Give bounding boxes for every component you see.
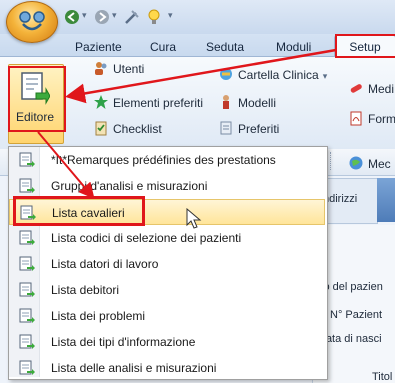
annotation-highlight-lista-cavalieri [13, 196, 145, 226]
chevron-down-icon: ▾ [322, 71, 328, 81]
menu-item[interactable]: Lista dei tipi d'informazione [9, 329, 325, 355]
list-editor-icon [19, 152, 35, 167]
pdf-icon [350, 111, 362, 126]
list-editor-icon [19, 308, 35, 323]
forward-icon[interactable] [94, 9, 110, 25]
menu-item-label: Lista datori di lavoro [51, 257, 159, 271]
menu-item-label: Lista dei tipi d'informazione [51, 335, 196, 349]
menu-item[interactable]: Lista dei problemi [9, 303, 325, 329]
menu-item[interactable]: *It*Remarques prédéfinies des prestation… [9, 147, 325, 173]
menu-item[interactable]: Lista codici di selezione dei pazienti [9, 225, 325, 251]
menu-item-label: *It*Remarques prédéfinies des prestation… [51, 153, 276, 167]
list-editor-icon [19, 334, 35, 349]
ribbon-modelli-label: Modelli [238, 96, 277, 110]
menu-item-label: Lista dei problemi [51, 309, 146, 323]
list-editor-icon [19, 178, 35, 193]
menu-item-label: Lista delle analisi e misurazioni [51, 361, 217, 375]
ribbon-form[interactable]: Form [348, 110, 395, 128]
background-toolbar-item-label: Mec [368, 157, 391, 171]
ribbon-cartella-clinica-label: Cartella Clinica [238, 68, 319, 82]
app-logo-icon [19, 11, 45, 31]
background-tab-label: ndirizzi [323, 193, 358, 205]
tab-moduli[interactable]: Moduli [276, 38, 311, 56]
toolbar-separator [330, 152, 345, 170]
chevron-down-icon[interactable]: ▾ [112, 10, 117, 21]
menu-item[interactable]: Lista delle analisi e misurazioni [9, 355, 325, 381]
users-icon [95, 62, 107, 75]
list-editor-icon [19, 282, 35, 297]
ribbon-form-label: Form [368, 112, 395, 126]
annotation-highlight-editore [8, 66, 66, 132]
folder-icon [220, 68, 232, 80]
tab-paziente[interactable]: Paziente [75, 38, 122, 56]
checklist-icon [95, 121, 107, 136]
customize-qat-icon[interactable]: ▾ [168, 10, 173, 21]
back-icon[interactable] [64, 9, 80, 25]
favorites-icon [220, 121, 232, 135]
list-editor-icon [19, 230, 35, 245]
mouse-cursor-icon [186, 208, 202, 229]
ribbon-medi[interactable]: Medi [348, 80, 394, 98]
menu-item-label: Lista debitori [51, 283, 120, 297]
menu-item[interactable]: Lista datori di lavoro [9, 251, 325, 277]
ribbon-checklist[interactable]: Checklist [93, 120, 162, 138]
menu-item-label: Lista codici di selezione dei pazienti [51, 231, 242, 245]
ribbon-medi-label: Medi [368, 82, 395, 96]
ribbon-cartella-clinica[interactable]: Cartella Clinica ▾ [218, 66, 327, 84]
person-template-icon [223, 95, 229, 109]
annotation-highlight-setup [335, 34, 395, 58]
chevron-down-icon[interactable]: ▾ [82, 10, 87, 21]
tab-seduta[interactable]: Seduta [206, 38, 244, 56]
tab-cura[interactable]: Cura [150, 38, 176, 56]
ribbon-preferiti[interactable]: Preferiti [218, 120, 279, 138]
field-label-titolo: Titol [372, 371, 393, 383]
lightbulb-icon[interactable] [146, 9, 162, 25]
background-tab[interactable]: ndirizzi [323, 178, 378, 224]
application-menu-button[interactable] [6, 1, 58, 43]
avatar [377, 178, 395, 222]
ribbon-elementi-preferiti-label: Elementi preferiti [113, 96, 204, 110]
ribbon-utenti[interactable]: Utenti [93, 60, 144, 78]
title-bar [0, 0, 395, 34]
ribbon-preferiti-label: Preferiti [238, 122, 280, 136]
globe-icon [349, 156, 363, 170]
list-editor-icon [19, 256, 35, 271]
menu-item[interactable]: Lista debitori [9, 277, 325, 303]
ribbon-utenti-label: Utenti [113, 62, 145, 76]
list-editor-icon [19, 360, 35, 375]
tools-icon[interactable] [124, 9, 140, 25]
pill-icon [350, 84, 362, 93]
ribbon-elementi-preferiti[interactable]: Elementi preferiti [93, 94, 203, 112]
background-toolbar-item[interactable]: Mec [348, 155, 391, 173]
field-label-n-paziente: N° Pazient [330, 309, 383, 321]
star-icon [94, 95, 108, 109]
ribbon-modelli[interactable]: Modelli [218, 94, 276, 112]
ribbon-checklist-label: Checklist [113, 122, 162, 136]
